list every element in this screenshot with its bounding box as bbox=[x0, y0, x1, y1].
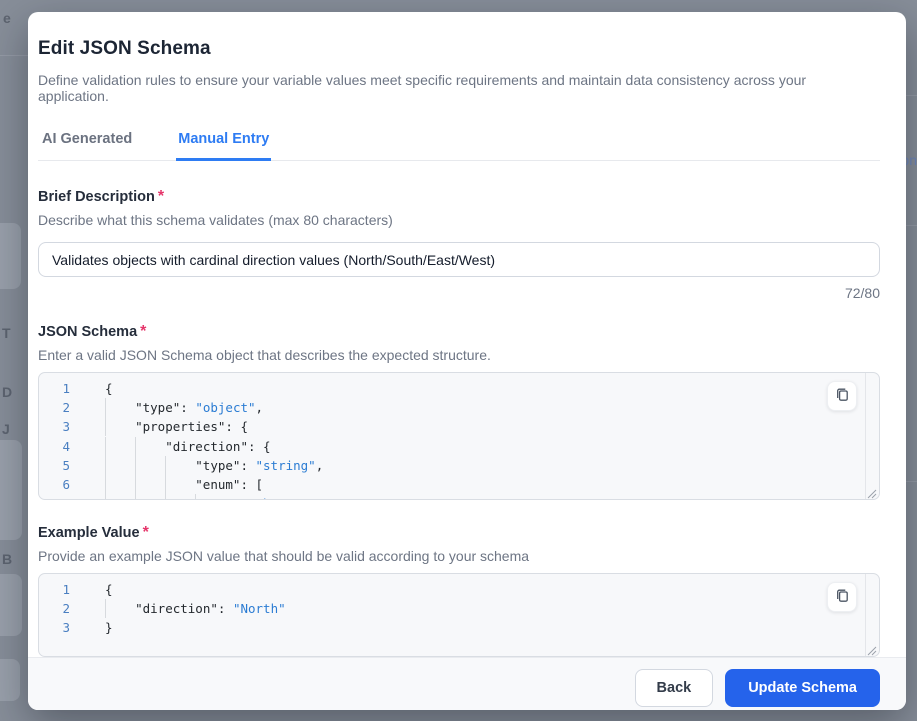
mode-tabs: AI Generated Manual Entry bbox=[38, 131, 880, 161]
copy-icon bbox=[834, 386, 851, 406]
json-schema-label: JSON Schema* bbox=[38, 323, 880, 341]
backdrop-panel bbox=[0, 574, 22, 636]
tab-ai-generated[interactable]: AI Generated bbox=[40, 131, 134, 161]
modal-title: Edit JSON Schema bbox=[38, 38, 880, 60]
backdrop-divider bbox=[906, 225, 917, 226]
example-value-editor[interactable]: 1{2"direction": "North"3} bbox=[38, 573, 880, 657]
backdrop-divider bbox=[0, 55, 28, 56]
example-value-label: Example Value* bbox=[38, 524, 880, 542]
required-asterisk: * bbox=[140, 323, 146, 340]
example-value-code[interactable]: 1{2"direction": "North"3} bbox=[39, 574, 879, 638]
modal-description: Define validation rules to ensure your v… bbox=[38, 72, 880, 104]
backdrop-text-fragment: B bbox=[2, 551, 12, 567]
tab-manual-entry[interactable]: Manual Entry bbox=[176, 131, 271, 161]
json-schema-field: JSON Schema* Enter a valid JSON Schema o… bbox=[38, 323, 880, 500]
json-schema-code[interactable]: 1{2"type": "object",3"properties": {4"di… bbox=[39, 373, 879, 500]
backdrop-panel bbox=[0, 659, 20, 701]
copy-button[interactable] bbox=[827, 582, 857, 612]
backdrop-panel bbox=[0, 223, 21, 289]
json-schema-editor[interactable]: 1{2"type": "object",3"properties": {4"di… bbox=[38, 372, 880, 500]
brief-description-input[interactable] bbox=[38, 242, 880, 277]
copy-button[interactable] bbox=[827, 381, 857, 411]
back-button[interactable]: Back bbox=[635, 669, 714, 707]
modal-footer: Back Update Schema bbox=[28, 657, 906, 710]
backdrop-divider bbox=[906, 481, 917, 482]
edit-json-schema-modal: Edit JSON Schema Define validation rules… bbox=[28, 12, 906, 710]
editor-scrollbar-track[interactable] bbox=[865, 373, 866, 499]
backdrop-text-fragment: D bbox=[2, 384, 12, 400]
backdrop-text-fragment: J bbox=[2, 421, 10, 437]
brief-description-field: Brief Description* Describe what this sc… bbox=[38, 188, 880, 301]
example-value-field: Example Value* Provide an example JSON v… bbox=[38, 524, 880, 657]
required-asterisk: * bbox=[158, 188, 164, 205]
backdrop-divider bbox=[906, 95, 917, 96]
brief-description-label: Brief Description* bbox=[38, 188, 880, 206]
update-schema-button[interactable]: Update Schema bbox=[725, 669, 880, 707]
character-counter: 72/80 bbox=[38, 285, 880, 301]
copy-icon bbox=[834, 587, 851, 607]
json-schema-helper: Enter a valid JSON Schema object that de… bbox=[38, 347, 880, 363]
backdrop-text-fragment: T bbox=[2, 325, 11, 341]
brief-description-helper: Describe what this schema validates (max… bbox=[38, 212, 880, 228]
example-value-helper: Provide an example JSON value that shoul… bbox=[38, 548, 880, 564]
backdrop-text-fragment: e bbox=[3, 10, 11, 26]
resize-handle-icon[interactable] bbox=[866, 486, 877, 497]
backdrop-panel bbox=[0, 440, 22, 540]
required-asterisk: * bbox=[143, 524, 149, 541]
resize-handle-icon[interactable] bbox=[866, 643, 877, 654]
